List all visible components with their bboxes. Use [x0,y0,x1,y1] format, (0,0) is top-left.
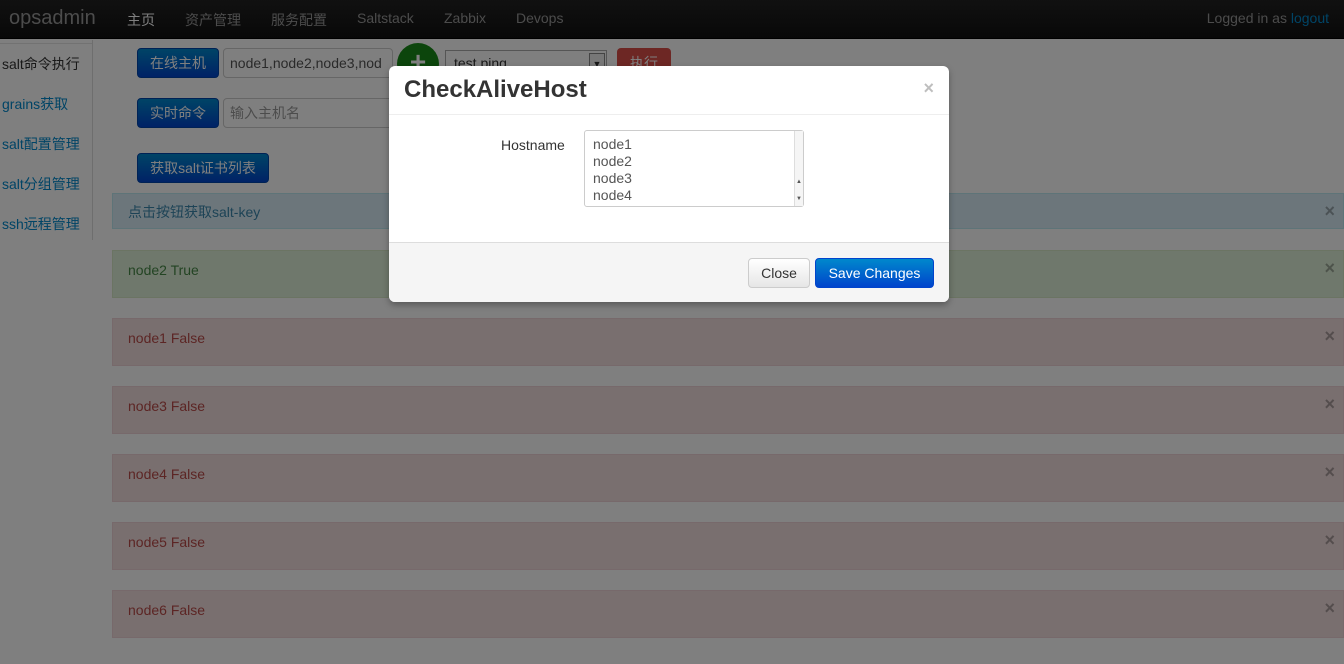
textarea-scrollbar[interactable]: ▲ ▼ [794,131,803,206]
textarea-line: node4 [593,187,632,203]
check-alive-host-modal: CheckAliveHost × Hostname node1 node2 no… [389,66,949,302]
modal-footer: Close Save Changes [389,242,949,302]
close-button[interactable]: Close [748,258,810,288]
textarea-line: node1 [593,136,632,152]
close-icon[interactable]: × [923,78,934,99]
modal-header: CheckAliveHost × [389,66,949,115]
save-changes-button[interactable]: Save Changes [815,258,934,288]
scroll-down-icon[interactable]: ▼ [795,194,803,204]
textarea-line: node3 [593,170,632,186]
modal-title: CheckAliveHost [404,76,587,103]
hostname-textarea[interactable]: node1 node2 node3 node4 ▲ ▼ [584,130,804,207]
hostname-label: Hostname [501,137,565,153]
textarea-line: node2 [593,153,632,169]
scroll-up-icon[interactable]: ▲ [795,177,803,187]
